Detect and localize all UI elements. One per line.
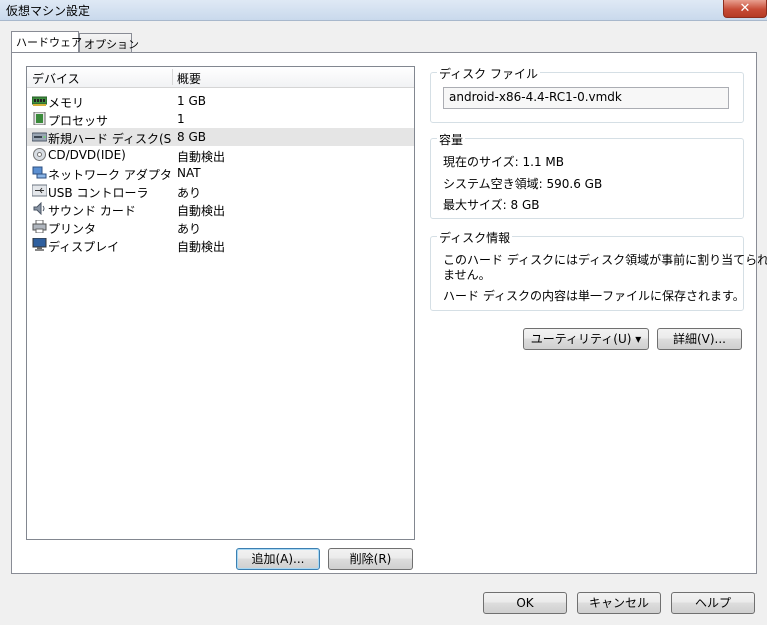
column-separator	[172, 69, 173, 85]
device-list[interactable]: デバイス 概要 メモリ 1 GB プロセッサ 1 新規ハード ディスク(S...…	[26, 66, 415, 540]
sound-card-icon	[33, 202, 45, 215]
printer-icon	[32, 220, 47, 233]
device-name: USB コントローラ	[48, 186, 149, 200]
disk-file-path-field[interactable]: android-x86-4.4-RC1-0.vmdk	[443, 87, 729, 109]
ok-button[interactable]: OK	[483, 592, 567, 614]
add-button[interactable]: 追加(A)...	[236, 548, 320, 570]
capacity-legend: 容量	[437, 131, 466, 148]
device-summary: 1	[177, 112, 185, 126]
hardware-tab-page: デバイス 概要 メモリ 1 GB プロセッサ 1 新規ハード ディスク(S...…	[11, 52, 767, 574]
disk-info-line: このハード ディスクにはディスク領域が事前に割り当てられてい	[443, 253, 767, 267]
disk-file-group: ディスク ファイル android-x86-4.4-RC1-0.vmdk	[430, 65, 744, 123]
disk-info-line: ません。	[443, 268, 491, 282]
device-row-sound[interactable]: サウンド カード 自動検出	[27, 200, 414, 218]
memory-icon	[32, 96, 47, 106]
device-name: 新規ハード ディスク(S...	[48, 132, 171, 146]
tab-options[interactable]: オプション	[79, 33, 139, 52]
free-space-text: システム空き領域: 590.6 GB	[443, 177, 603, 191]
device-summary: 8 GB	[177, 130, 206, 144]
remove-button[interactable]: 削除(R)	[328, 548, 413, 570]
window-title: 仮想マシン設定	[6, 4, 91, 18]
device-summary: 自動検出	[177, 150, 226, 164]
device-name: メモリ	[48, 96, 85, 110]
disk-info-line: ハード ディスクの内容は単一ファイルに保存されます。	[443, 289, 745, 303]
max-size-text: 最大サイズ: 8 GB	[443, 198, 540, 212]
device-name: ネットワーク アダプタ	[48, 168, 171, 182]
device-name: CD/DVD(IDE)	[48, 148, 126, 162]
cancel-button[interactable]: キャンセル	[577, 592, 661, 614]
device-row-cd-dvd[interactable]: CD/DVD(IDE) 自動検出	[27, 146, 414, 164]
device-summary: NAT	[177, 166, 201, 180]
device-row-processor[interactable]: プロセッサ 1	[27, 110, 414, 128]
processor-icon	[33, 112, 46, 125]
device-name: プリンタ	[48, 222, 97, 236]
network-adapter-icon	[32, 166, 47, 179]
cd-dvd-icon	[33, 148, 46, 161]
device-summary: 自動検出	[177, 204, 226, 218]
device-summary: あり	[177, 222, 202, 236]
details-button[interactable]: 詳細(V)...	[657, 328, 742, 350]
device-name: プロセッサ	[48, 114, 109, 128]
device-row-display[interactable]: ディスプレイ 自動検出	[27, 236, 414, 254]
utility-dropdown-button[interactable]: ユーティリティ(U) ▾	[523, 328, 649, 350]
device-row-network[interactable]: ネットワーク アダプタ NAT	[27, 164, 414, 182]
device-summary: あり	[177, 186, 202, 200]
disk-info-legend: ディスク情報	[437, 229, 513, 246]
help-button[interactable]: ヘルプ	[671, 592, 755, 614]
usb-icon	[32, 184, 47, 197]
device-summary: 自動検出	[177, 240, 226, 254]
disk-info-group: ディスク情報 このハード ディスクにはディスク領域が事前に割り当てられてい ませ…	[430, 229, 767, 311]
hard-disk-icon	[32, 132, 47, 142]
device-name: サウンド カード	[48, 204, 136, 218]
device-summary: 1 GB	[177, 94, 206, 108]
device-row-usb[interactable]: USB コントローラ あり	[27, 182, 414, 200]
tab-hardware[interactable]: ハードウェア	[11, 31, 82, 52]
column-summary[interactable]: 概要	[177, 70, 201, 87]
device-row-hard-disk[interactable]: 新規ハード ディスク(S... 8 GB	[27, 128, 414, 146]
device-row-memory[interactable]: メモリ 1 GB	[27, 92, 414, 110]
capacity-group: 容量 現在のサイズ: 1.1 MB システム空き領域: 590.6 GB 最大サ…	[430, 131, 744, 219]
current-size-text: 現在のサイズ: 1.1 MB	[443, 155, 564, 169]
display-icon	[32, 238, 47, 251]
device-name: ディスプレイ	[48, 240, 120, 254]
device-list-header: デバイス 概要	[27, 67, 414, 88]
device-row-printer[interactable]: プリンタ あり	[27, 218, 414, 236]
column-device[interactable]: デバイス	[32, 70, 80, 87]
close-button[interactable]: ✕	[723, 0, 767, 18]
title-bar: 仮想マシン設定 ✕	[0, 0, 767, 21]
disk-file-legend: ディスク ファイル	[437, 65, 540, 82]
